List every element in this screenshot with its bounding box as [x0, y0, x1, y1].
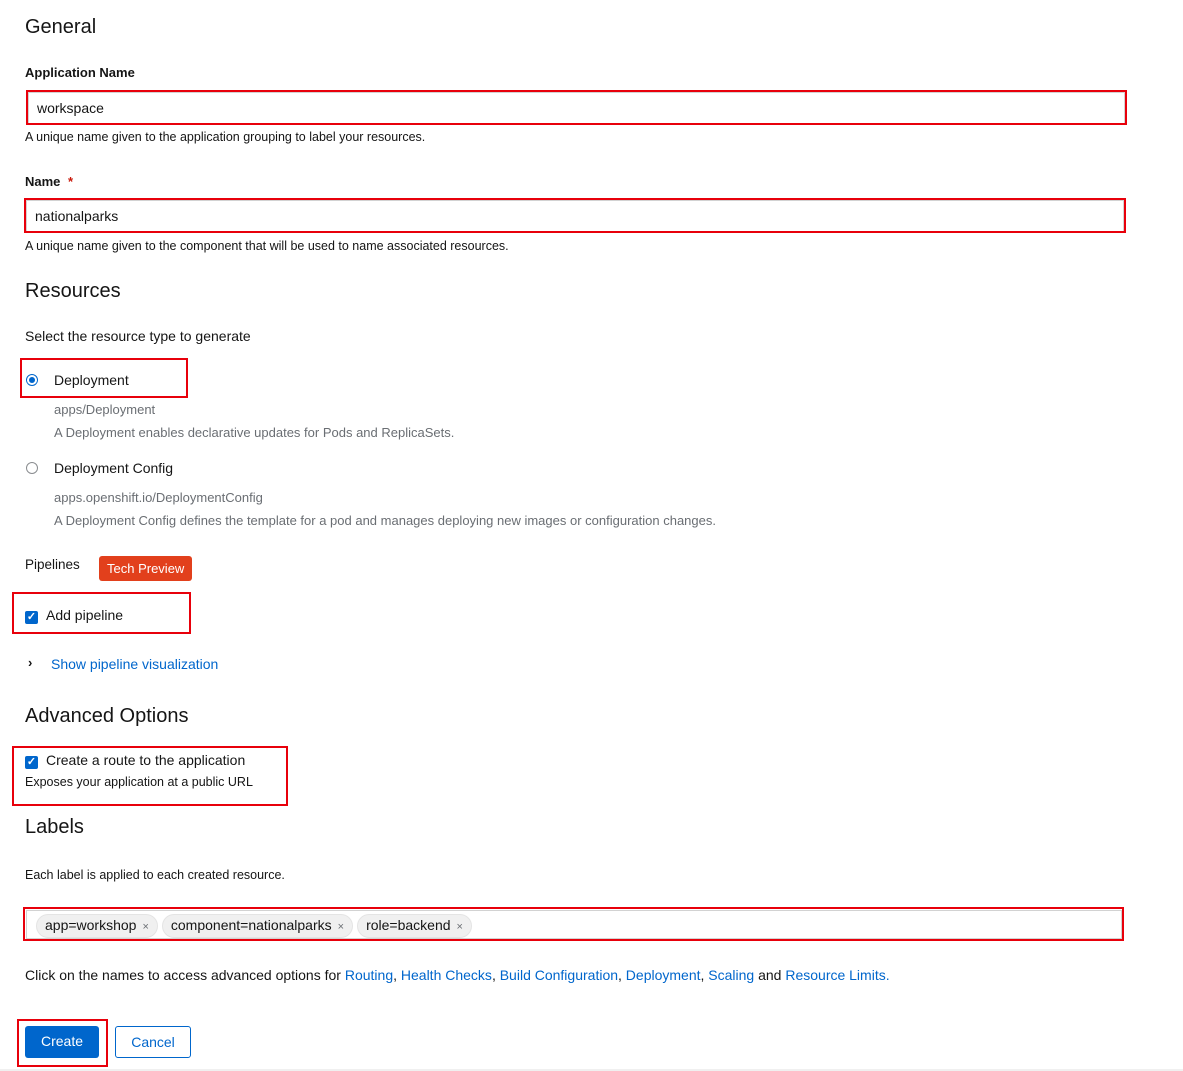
close-icon[interactable]: × [142, 921, 148, 933]
application-name-input[interactable]: workspace [28, 92, 1125, 124]
advanced-options-note: Click on the names to access advanced op… [25, 966, 890, 984]
add-pipeline-checkbox[interactable]: ✓ [25, 611, 38, 624]
label-chip-text: app=workshop [45, 917, 137, 933]
resource-limits-link[interactable]: Resource Limits [785, 967, 885, 983]
application-name-label: Application Name [25, 65, 135, 80]
add-pipeline-label[interactable]: Add pipeline [46, 606, 123, 624]
resources-heading: Resources [25, 280, 121, 302]
resource-type-prompt: Select the resource type to generate [25, 328, 251, 344]
tech-preview-badge: Tech Preview [99, 556, 193, 581]
health-checks-link[interactable]: Health Checks [401, 967, 492, 983]
radio-deployment[interactable] [26, 374, 38, 386]
build-configuration-link[interactable]: Build Configuration [500, 967, 618, 983]
radio-deployment-label[interactable]: Deployment [54, 371, 129, 389]
radio-deployment-config[interactable] [26, 462, 38, 474]
routing-link[interactable]: Routing [345, 967, 393, 983]
label-chip-text: role=backend [366, 917, 451, 933]
separator: , [618, 967, 622, 983]
pipelines-label: Pipelines [25, 557, 80, 572]
application-name-help: A unique name given to the application g… [25, 130, 426, 144]
deployment-config-api: apps.openshift.io/DeploymentConfig [54, 490, 263, 505]
note-prefix: Click on the names to access advanced op… [25, 967, 341, 983]
create-route-checkbox[interactable]: ✓ [25, 756, 38, 769]
label-chip-text: component=nationalparks [170, 917, 332, 933]
scaling-link[interactable]: Scaling [708, 967, 754, 983]
labels-help: Each label is applied to each created re… [25, 868, 285, 882]
deployment-link[interactable]: Deployment [626, 967, 701, 983]
create-route-help: Exposes your application at a public URL [25, 775, 253, 789]
create-button[interactable]: Create [25, 1026, 99, 1058]
name-label: Name * [25, 174, 73, 190]
note-end: . [885, 967, 890, 983]
name-label-text: Name [25, 174, 61, 189]
note-and: and [758, 967, 782, 983]
labels-heading: Labels [25, 816, 84, 838]
close-icon[interactable]: × [457, 921, 463, 933]
create-route-label[interactable]: Create a route to the application [46, 751, 245, 769]
chevron-right-icon[interactable]: › [28, 655, 32, 670]
labels-input[interactable]: app=workshop × component=nationalparks × r… [26, 910, 1122, 939]
cancel-button[interactable]: Cancel [115, 1026, 191, 1058]
label-chip: component=nationalparks × [161, 914, 354, 938]
separator: , [700, 967, 705, 983]
name-input[interactable]: nationalparks [26, 200, 1124, 232]
general-heading: General [25, 16, 97, 38]
deployment-api: apps/Deployment [54, 402, 156, 417]
advanced-options-heading: Advanced Options [25, 705, 189, 727]
deployment-description: A Deployment enables declarative updates… [54, 425, 455, 440]
deployment-config-description: A Deployment Config defines the template… [54, 513, 716, 528]
label-chip: role=backend × [357, 914, 472, 938]
separator: , [491, 967, 496, 983]
show-pipeline-visualization-link[interactable]: Show pipeline visualization [51, 655, 218, 673]
required-marker: * [68, 174, 74, 189]
separator: , [393, 967, 397, 983]
close-icon[interactable]: × [338, 921, 344, 933]
label-chip: app=workshop × [36, 914, 158, 938]
name-help: A unique name given to the component tha… [25, 239, 509, 253]
radio-deployment-config-label[interactable]: Deployment Config [54, 459, 173, 477]
